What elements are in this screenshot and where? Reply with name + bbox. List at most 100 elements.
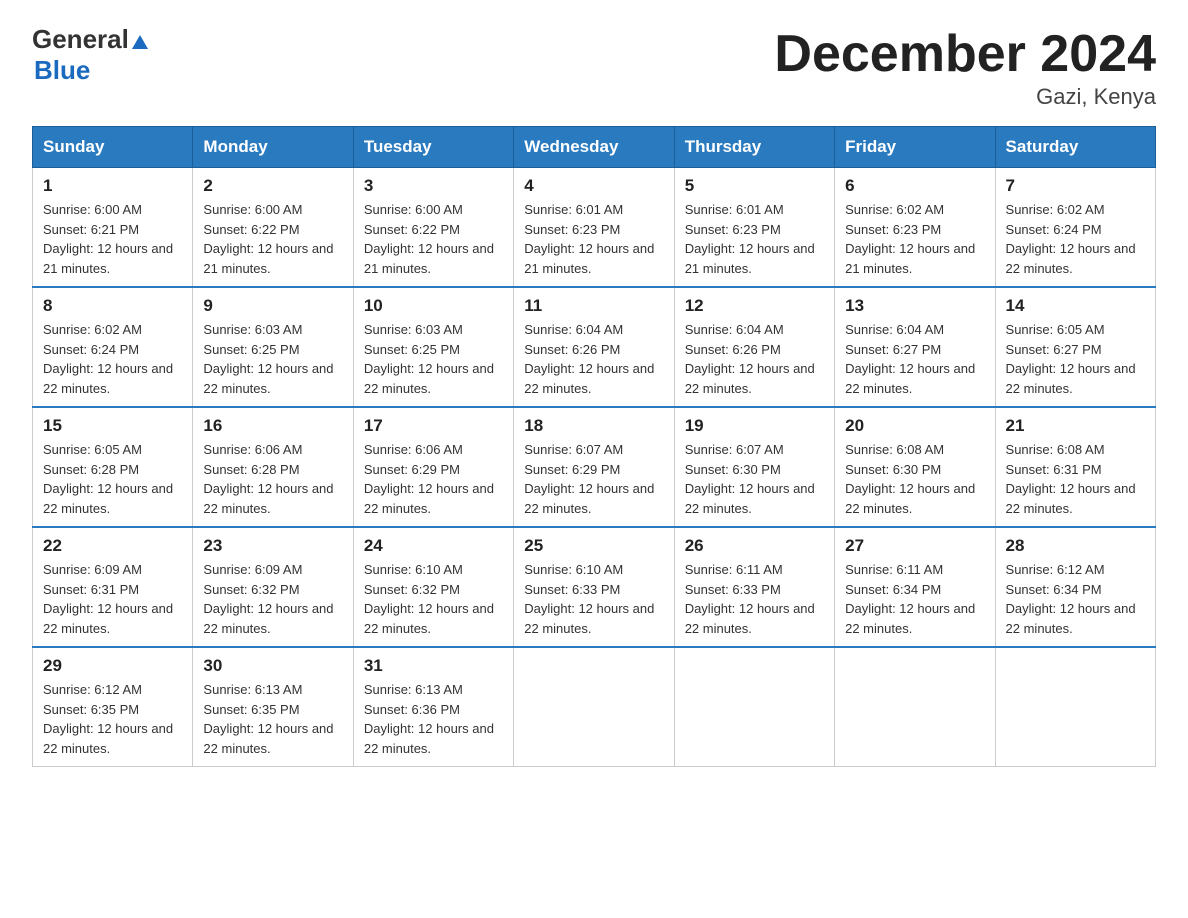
day-info: Sunrise: 6:13 AMSunset: 6:36 PMDaylight:… — [364, 680, 503, 758]
logo-triangle-icon — [131, 33, 149, 51]
calendar-cell: 12 Sunrise: 6:04 AMSunset: 6:26 PMDayligh… — [674, 287, 834, 407]
day-info: Sunrise: 6:05 AMSunset: 6:28 PMDaylight:… — [43, 440, 182, 518]
calendar-cell: 14 Sunrise: 6:05 AMSunset: 6:27 PMDayligh… — [995, 287, 1155, 407]
day-info: Sunrise: 6:12 AMSunset: 6:35 PMDaylight:… — [43, 680, 182, 758]
day-number: 3 — [364, 176, 503, 196]
day-number: 5 — [685, 176, 824, 196]
calendar-cell: 19Sunrise: 6:07 AMSunset: 6:30 PMDayligh… — [674, 407, 834, 527]
day-info: Sunrise: 6:05 AMSunset: 6:27 PMDaylight:… — [1006, 320, 1145, 398]
week-row-1: 1 Sunrise: 6:00 AMSunset: 6:21 PMDaylight… — [33, 168, 1156, 288]
day-info: Sunrise: 6:04 AMSunset: 6:26 PMDaylight:… — [685, 320, 824, 398]
day-info: Sunrise: 6:02 AMSunset: 6:24 PMDaylight:… — [1006, 200, 1145, 278]
day-info: Sunrise: 6:07 AMSunset: 6:29 PMDaylight:… — [524, 440, 663, 518]
day-number: 26 — [685, 536, 824, 556]
day-info: Sunrise: 6:07 AMSunset: 6:30 PMDaylight:… — [685, 440, 824, 518]
calendar-cell: 10Sunrise: 6:03 AMSunset: 6:25 PMDayligh… — [353, 287, 513, 407]
calendar-cell: 17Sunrise: 6:06 AMSunset: 6:29 PMDayligh… — [353, 407, 513, 527]
calendar-cell: 16 Sunrise: 6:06 AMSunset: 6:28 PMDayligh… — [193, 407, 353, 527]
day-number: 11 — [524, 296, 663, 316]
day-info: Sunrise: 6:13 AMSunset: 6:35 PMDaylight:… — [203, 680, 342, 758]
calendar-cell — [514, 647, 674, 767]
day-number: 22 — [43, 536, 182, 556]
day-info: Sunrise: 6:04 AMSunset: 6:26 PMDaylight:… — [524, 320, 663, 398]
calendar-cell: 18Sunrise: 6:07 AMSunset: 6:29 PMDayligh… — [514, 407, 674, 527]
day-info: Sunrise: 6:06 AMSunset: 6:28 PMDaylight:… — [203, 440, 342, 518]
logo: General Blue — [32, 24, 149, 86]
calendar-cell: 4 Sunrise: 6:01 AMSunset: 6:23 PMDaylight… — [514, 168, 674, 288]
day-number: 4 — [524, 176, 663, 196]
logo-blue: Blue — [34, 55, 90, 85]
calendar-cell: 13 Sunrise: 6:04 AMSunset: 6:27 PMDayligh… — [835, 287, 995, 407]
day-info: Sunrise: 6:12 AMSunset: 6:34 PMDaylight:… — [1006, 560, 1145, 638]
page-subtitle: Gazi, Kenya — [774, 84, 1156, 110]
day-number: 9 — [203, 296, 342, 316]
calendar-cell: 29 Sunrise: 6:12 AMSunset: 6:35 PMDayligh… — [33, 647, 193, 767]
day-number: 13 — [845, 296, 984, 316]
calendar-cell: 23Sunrise: 6:09 AMSunset: 6:32 PMDayligh… — [193, 527, 353, 647]
day-number: 1 — [43, 176, 182, 196]
column-header-saturday: Saturday — [995, 127, 1155, 168]
day-info: Sunrise: 6:00 AMSunset: 6:21 PMDaylight:… — [43, 200, 182, 278]
day-number: 24 — [364, 536, 503, 556]
page-header: General Blue December 2024 Gazi, Kenya — [32, 24, 1156, 110]
day-number: 30 — [203, 656, 342, 676]
calendar-cell: 15 Sunrise: 6:05 AMSunset: 6:28 PMDayligh… — [33, 407, 193, 527]
week-row-2: 8Sunrise: 6:02 AMSunset: 6:24 PMDaylight… — [33, 287, 1156, 407]
day-info: Sunrise: 6:02 AMSunset: 6:24 PMDaylight:… — [43, 320, 182, 398]
day-info: Sunrise: 6:04 AMSunset: 6:27 PMDaylight:… — [845, 320, 984, 398]
calendar-cell: 8Sunrise: 6:02 AMSunset: 6:24 PMDaylight… — [33, 287, 193, 407]
day-number: 2 — [203, 176, 342, 196]
day-info: Sunrise: 6:11 AMSunset: 6:34 PMDaylight:… — [845, 560, 984, 638]
calendar-cell: 24 Sunrise: 6:10 AMSunset: 6:32 PMDayligh… — [353, 527, 513, 647]
day-number: 29 — [43, 656, 182, 676]
day-info: Sunrise: 6:08 AMSunset: 6:30 PMDaylight:… — [845, 440, 984, 518]
calendar-cell: 26Sunrise: 6:11 AMSunset: 6:33 PMDayligh… — [674, 527, 834, 647]
day-number: 15 — [43, 416, 182, 436]
calendar-cell: 6Sunrise: 6:02 AMSunset: 6:23 PMDaylight… — [835, 168, 995, 288]
calendar-cell — [674, 647, 834, 767]
day-info: Sunrise: 6:01 AMSunset: 6:23 PMDaylight:… — [524, 200, 663, 278]
column-header-thursday: Thursday — [674, 127, 834, 168]
day-info: Sunrise: 6:08 AMSunset: 6:31 PMDaylight:… — [1006, 440, 1145, 518]
day-info: Sunrise: 6:03 AMSunset: 6:25 PMDaylight:… — [364, 320, 503, 398]
calendar-cell: 3 Sunrise: 6:00 AMSunset: 6:22 PMDaylight… — [353, 168, 513, 288]
day-number: 14 — [1006, 296, 1145, 316]
day-number: 16 — [203, 416, 342, 436]
day-info: Sunrise: 6:00 AMSunset: 6:22 PMDaylight:… — [203, 200, 342, 278]
day-info: Sunrise: 6:01 AMSunset: 6:23 PMDaylight:… — [685, 200, 824, 278]
day-number: 7 — [1006, 176, 1145, 196]
day-info: Sunrise: 6:10 AMSunset: 6:32 PMDaylight:… — [364, 560, 503, 638]
column-header-monday: Monday — [193, 127, 353, 168]
calendar-cell — [995, 647, 1155, 767]
column-header-sunday: Sunday — [33, 127, 193, 168]
day-number: 31 — [364, 656, 503, 676]
day-number: 17 — [364, 416, 503, 436]
day-info: Sunrise: 6:09 AMSunset: 6:31 PMDaylight:… — [43, 560, 182, 638]
calendar-cell: 5 Sunrise: 6:01 AMSunset: 6:23 PMDaylight… — [674, 168, 834, 288]
day-info: Sunrise: 6:03 AMSunset: 6:25 PMDaylight:… — [203, 320, 342, 398]
page-title: December 2024 — [774, 24, 1156, 84]
day-info: Sunrise: 6:10 AMSunset: 6:33 PMDaylight:… — [524, 560, 663, 638]
day-number: 6 — [845, 176, 984, 196]
day-number: 20 — [845, 416, 984, 436]
column-header-friday: Friday — [835, 127, 995, 168]
calendar-cell: 31 Sunrise: 6:13 AMSunset: 6:36 PMDayligh… — [353, 647, 513, 767]
calendar-cell: 7 Sunrise: 6:02 AMSunset: 6:24 PMDaylight… — [995, 168, 1155, 288]
calendar-cell: 28Sunrise: 6:12 AMSunset: 6:34 PMDayligh… — [995, 527, 1155, 647]
day-number: 27 — [845, 536, 984, 556]
day-info: Sunrise: 6:00 AMSunset: 6:22 PMDaylight:… — [364, 200, 503, 278]
calendar-cell: 2 Sunrise: 6:00 AMSunset: 6:22 PMDaylight… — [193, 168, 353, 288]
calendar-table: SundayMondayTuesdayWednesdayThursdayFrid… — [32, 126, 1156, 767]
calendar-cell: 1 Sunrise: 6:00 AMSunset: 6:21 PMDaylight… — [33, 168, 193, 288]
day-number: 23 — [203, 536, 342, 556]
day-number: 12 — [685, 296, 824, 316]
day-number: 25 — [524, 536, 663, 556]
calendar-cell — [835, 647, 995, 767]
calendar-cell: 9 Sunrise: 6:03 AMSunset: 6:25 PMDaylight… — [193, 287, 353, 407]
calendar-cell: 21 Sunrise: 6:08 AMSunset: 6:31 PMDayligh… — [995, 407, 1155, 527]
week-row-4: 22 Sunrise: 6:09 AMSunset: 6:31 PMDayligh… — [33, 527, 1156, 647]
calendar-cell: 30 Sunrise: 6:13 AMSunset: 6:35 PMDayligh… — [193, 647, 353, 767]
day-number: 21 — [1006, 416, 1145, 436]
calendar-cell: 27 Sunrise: 6:11 AMSunset: 6:34 PMDayligh… — [835, 527, 995, 647]
week-row-3: 15 Sunrise: 6:05 AMSunset: 6:28 PMDayligh… — [33, 407, 1156, 527]
